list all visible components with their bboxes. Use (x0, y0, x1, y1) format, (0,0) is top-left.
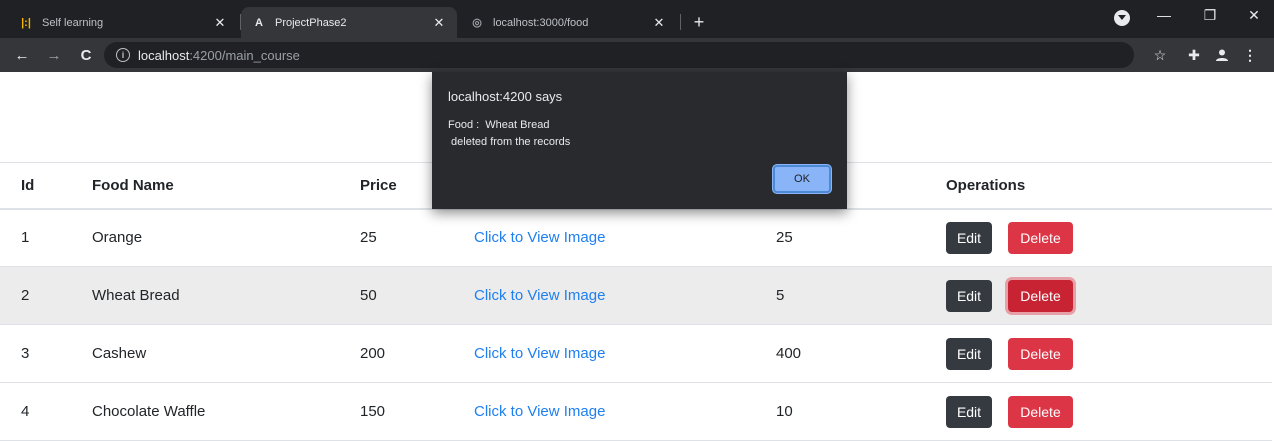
address-bar[interactable]: i localhost:4200/main_course (104, 42, 1134, 68)
view-image-link[interactable]: Click to View Image (474, 229, 605, 246)
cell-price: 200 (360, 345, 386, 362)
table-row: 3 Cashew 200 Click to View Image 400 Edi… (0, 325, 1272, 383)
cell-price: 150 (360, 403, 386, 420)
tab-divider (680, 14, 681, 30)
cell-quantity: 10 (776, 403, 793, 420)
table-row: 2 Wheat Bread 50 Click to View Image 5 E… (0, 266, 1272, 325)
globe-icon: ◎ (472, 17, 482, 29)
delete-button[interactable]: Delete (1008, 221, 1073, 254)
jira-icon: |:| (21, 16, 31, 29)
ok-button[interactable]: OK (773, 165, 831, 193)
delete-button[interactable]: Delete (1008, 279, 1073, 312)
header-id: Id (21, 176, 35, 194)
profile-icon[interactable] (1210, 43, 1234, 67)
tab-title: localhost:3000/food (493, 16, 589, 29)
angular-icon: A (255, 16, 263, 29)
cell-quantity: 400 (776, 345, 802, 362)
cell-price: 25 (360, 229, 377, 247)
browser-tab-strip: |:| Self learning ✕ A ProjectPhase2 ✕ ◎ … (0, 0, 1274, 38)
header-food-name: Food Name (92, 176, 174, 194)
table-row: 1 Orange 25 Click to View Image 25 Edit D… (0, 209, 1272, 267)
close-icon[interactable]: ✕ (651, 15, 667, 31)
menu-kebab-icon[interactable]: ⋮ (1238, 43, 1262, 67)
edit-button[interactable]: Edit (946, 337, 992, 370)
delete-button[interactable]: Delete (1008, 395, 1073, 428)
tab-title: ProjectPhase2 (275, 16, 347, 29)
back-icon[interactable]: ← (10, 43, 34, 67)
cell-price: 50 (360, 287, 377, 304)
browser-toolbar: ← → C i localhost:4200/main_course ☆ ✚ ⋮ (0, 38, 1274, 72)
minimize-icon[interactable]: — (1144, 0, 1184, 30)
cell-id: 1 (21, 229, 30, 247)
cell-id: 4 (21, 403, 30, 420)
forward-icon[interactable]: → (42, 43, 66, 67)
edit-button[interactable]: Edit (946, 221, 992, 254)
close-icon[interactable]: ✕ (212, 15, 228, 31)
view-image-link[interactable]: Click to View Image (474, 287, 605, 304)
delete-button[interactable]: Delete (1008, 337, 1073, 370)
dialog-message: Food : Wheat Bread deleted from the reco… (448, 119, 571, 148)
cell-food-name: Wheat Bread (92, 287, 180, 304)
cell-food-name: Cashew (92, 345, 147, 362)
bookmark-star-icon[interactable]: ☆ (1148, 43, 1172, 67)
url-path: :4200/main_course (189, 47, 300, 63)
tab-search-icon[interactable] (1114, 10, 1130, 26)
person-icon (1216, 49, 1228, 61)
view-image-link[interactable]: Click to View Image (474, 345, 605, 362)
tab-self-learning[interactable]: |:| Self learning ✕ (8, 7, 238, 38)
restore-icon[interactable]: ❐ (1190, 0, 1230, 30)
tab-localhost-food[interactable]: ◎ localhost:3000/food ✕ (459, 7, 677, 38)
cell-id: 2 (21, 287, 30, 304)
cell-quantity: 25 (776, 229, 793, 247)
tab-projectphase2[interactable]: A ProjectPhase2 ✕ (241, 7, 457, 38)
close-window-icon[interactable]: ✕ (1234, 0, 1274, 30)
view-image-link[interactable]: Click to View Image (474, 403, 605, 420)
edit-button[interactable]: Edit (946, 395, 992, 428)
cell-food-name: Orange (92, 229, 143, 247)
chevron-down-icon (1118, 15, 1126, 20)
cell-food-name: Chocolate Waffle (92, 403, 206, 420)
url-host: localhost (138, 47, 190, 63)
close-icon[interactable]: ✕ (431, 15, 447, 31)
edit-button[interactable]: Edit (946, 279, 992, 312)
dialog-title: localhost:4200 says (448, 89, 563, 104)
header-operations: Operations (946, 176, 1026, 194)
cell-id: 3 (21, 345, 30, 362)
table-row: 4 Chocolate Waffle 150 Click to View Ima… (0, 383, 1272, 441)
cell-quantity: 5 (776, 287, 785, 304)
extensions-icon[interactable]: ✚ (1182, 43, 1206, 67)
tab-title: Self learning (42, 16, 104, 29)
info-icon[interactable]: i (116, 48, 130, 62)
new-tab-icon[interactable]: + (687, 10, 711, 34)
reload-icon[interactable]: C (74, 43, 98, 67)
alert-dialog: localhost:4200 says Food : Wheat Bread d… (432, 72, 847, 209)
